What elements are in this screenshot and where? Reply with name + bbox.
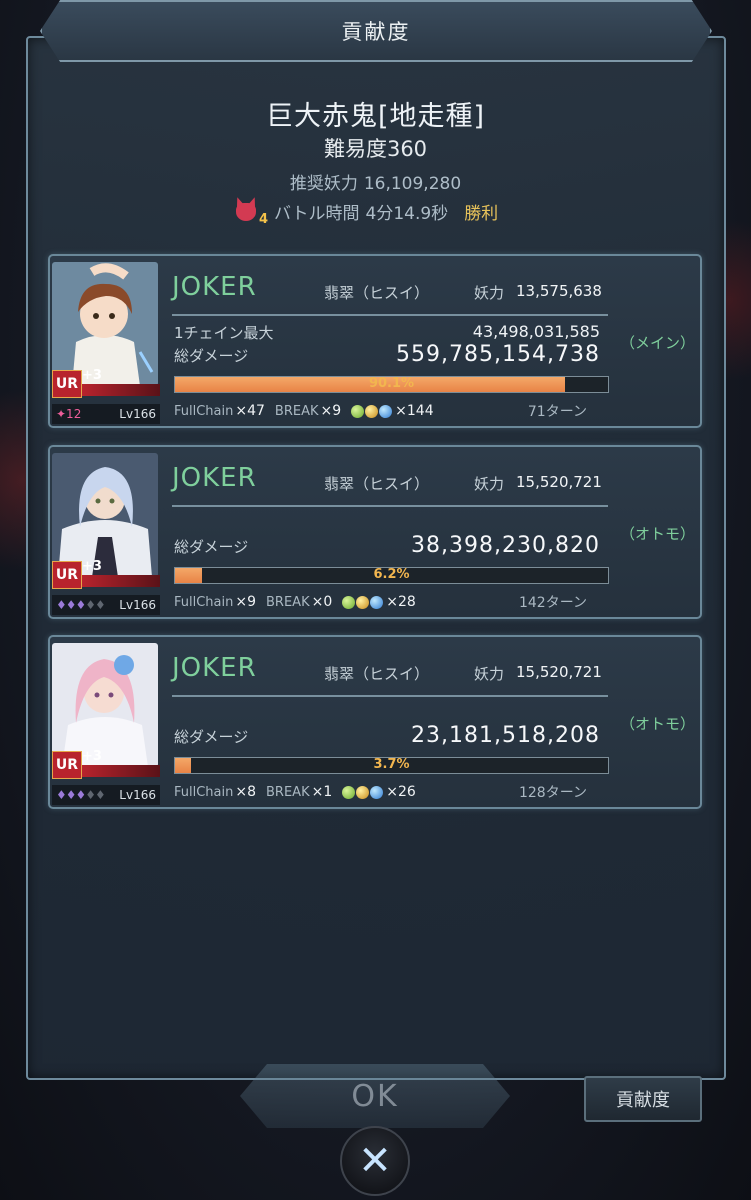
turn-count: 142ターン (518, 595, 587, 611)
green-orb-icon (351, 404, 365, 418)
contribution-percent: 3.7% (373, 757, 410, 772)
green-orb-icon (342, 785, 356, 799)
player-card-support-1[interactable]: UR +3 ♦♦♦♦♦ Lv166 JOKER 翡翠（ヒスイ） 妖力 15,52… (48, 445, 702, 619)
enemy-name: 巨大赤鬼[地走種] (265, 101, 486, 132)
break-label: BREAK (274, 403, 319, 419)
character-portrait (52, 643, 158, 767)
blue-orb-icon (370, 785, 384, 799)
total-damage-value: 559,785,154,738 (396, 342, 600, 367)
character-meta: ♦♦♦♦♦ Lv166 (52, 785, 160, 805)
seal-count: ✦12 (56, 407, 82, 421)
player-attribute: 翡翠（ヒスイ） (324, 284, 430, 302)
dialog-title: 貢献度 (341, 20, 411, 44)
contribution-button[interactable]: 貢献度 (584, 1076, 702, 1122)
orb-count: ×144 (395, 403, 434, 419)
oni-icon: 4 (232, 195, 268, 227)
divider (172, 505, 608, 507)
fullchain-count: ×8 (235, 784, 257, 800)
max-chain-label: 1チェイン最大 (174, 324, 274, 342)
player-attribute: 翡翠（ヒスイ） (324, 665, 430, 683)
fullchain-label: FullChain (174, 594, 234, 610)
break-count: ×0 (311, 594, 333, 610)
recommended-power-value: 16,109,280 (363, 174, 462, 194)
contribution-percent: 90.1% (368, 376, 415, 391)
character-meta: ♦♦♦♦♦ Lv166 (52, 595, 160, 615)
divider (172, 695, 608, 697)
recommended-power-label: 推奨妖力 (289, 174, 358, 194)
dialog-title-bar: 貢献度 (40, 0, 712, 62)
character-level: Lv166 (119, 598, 156, 612)
break-count: ×9 (320, 403, 342, 419)
battle-info: 4 バトル時間 4分14.9秒 勝利 (232, 195, 499, 227)
orb-count: ×28 (386, 594, 416, 610)
difficulty-level: 難易度360 (323, 137, 428, 161)
player-card-main[interactable]: UR +3 ✦12 Lv166 JOKER 翡翠（ヒスイ） 妖力 13,575,… (48, 254, 702, 428)
total-damage-value: 23,181,518,208 (411, 723, 600, 748)
awaken-diamonds: ♦♦♦♦♦ (56, 598, 106, 612)
battle-time-value: 4分14.9秒 (365, 203, 449, 224)
player-name: JOKER (172, 653, 257, 683)
yellow-orb-icon (356, 785, 370, 799)
player-role: （オトモ） (620, 525, 696, 543)
fullchain-label: FullChain (174, 784, 234, 800)
rarity-badge: UR +3 (52, 368, 160, 400)
total-damage-label: 総ダメージ (174, 347, 249, 365)
battle-result: 勝利 (464, 203, 499, 224)
player-power-label: 妖力 (474, 284, 505, 302)
contribution-percent: 6.2% (373, 567, 410, 582)
oni-level-badge: 4 (258, 212, 268, 227)
total-damage-label: 総ダメージ (174, 728, 249, 746)
max-chain-value: 43,498,031,585 (472, 322, 600, 341)
contribution-bar: 6.2% (174, 567, 609, 584)
recommended-power: 推奨妖力 16,109,280 (0, 169, 751, 194)
break-label: BREAK (266, 594, 310, 610)
player-card-support-2[interactable]: UR +3 ♦♦♦♦♦ Lv166 JOKER 翡翠（ヒスイ） 妖力 15,52… (48, 635, 702, 809)
battle-time-label: バトル時間 (274, 203, 360, 224)
orb-count: ×26 (386, 784, 416, 800)
player-name: JOKER (172, 272, 257, 302)
contribution-bar: 3.7% (174, 757, 609, 774)
player-role: （オトモ） (620, 715, 696, 733)
player-power-label: 妖力 (474, 475, 505, 493)
player-power: 13,575,638 (516, 282, 602, 300)
close-icon[interactable]: ✕ (340, 1126, 410, 1196)
turn-count: 71ターン (527, 404, 587, 420)
player-name: JOKER (172, 463, 257, 493)
player-power: 15,520,721 (516, 473, 602, 491)
fullchain-label: FullChain (174, 403, 234, 419)
divider (172, 314, 608, 316)
fullchain-count: ×47 (235, 403, 265, 419)
yellow-orb-icon (356, 595, 370, 609)
character-meta: ✦12 Lv166 (52, 404, 160, 424)
rarity-badge: UR +3 (52, 559, 160, 591)
ok-button-label: OK (351, 1078, 399, 1114)
player-power-label: 妖力 (474, 665, 505, 683)
ok-button[interactable]: OK (240, 1064, 510, 1128)
rarity-badge: UR +3 (52, 749, 160, 781)
blue-orb-icon (379, 404, 393, 418)
yellow-orb-icon (365, 404, 379, 418)
player-role: （メイン） (620, 334, 696, 352)
player-power: 15,520,721 (516, 663, 602, 681)
character-portrait (52, 262, 158, 386)
break-label: BREAK (266, 784, 310, 800)
player-attribute: 翡翠（ヒスイ） (324, 475, 430, 493)
battle-stats: FullChain ×9 BREAK ×0 ×28 (174, 592, 426, 612)
contribution-bar: 90.1% (174, 376, 609, 393)
fullchain-count: ×9 (235, 594, 257, 610)
battle-stats: FullChain ×47 BREAK ×9 ×144 (174, 401, 444, 421)
break-count: ×1 (311, 784, 333, 800)
character-portrait (52, 453, 158, 577)
total-damage-label: 総ダメージ (174, 538, 249, 556)
blue-orb-icon (370, 595, 384, 609)
awaken-diamonds: ♦♦♦♦♦ (56, 788, 106, 802)
green-orb-icon (342, 595, 356, 609)
turn-count: 128ターン (518, 785, 587, 801)
total-damage-value: 38,398,230,820 (411, 533, 600, 558)
battle-stats: FullChain ×8 BREAK ×1 ×26 (174, 782, 426, 802)
character-level: Lv166 (119, 407, 156, 421)
character-level: Lv166 (119, 788, 156, 802)
